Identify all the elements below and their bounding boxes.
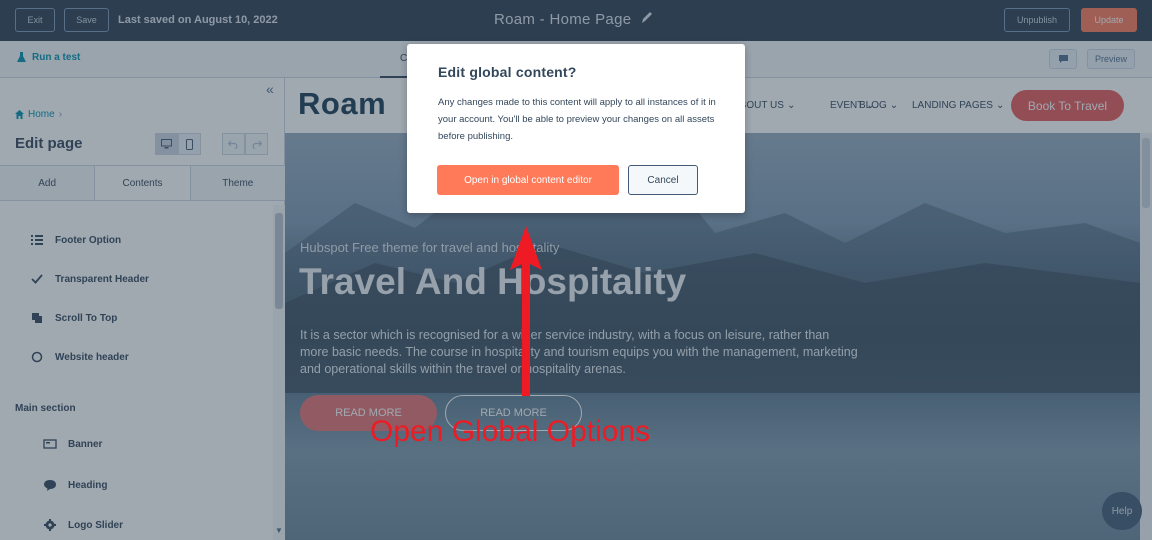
open-global-editor-button[interactable]: Open in global content editor [437,165,619,195]
annotation-label: Open Global Options [370,415,651,448]
dialog-title: Edit global content? [438,64,577,80]
annotation-arrow-icon [510,226,542,396]
dialog-message: Any changes made to this content will ap… [438,97,716,142]
cancel-button[interactable]: Cancel [628,165,698,195]
edit-global-content-dialog: Edit global content? Any changes made to… [407,44,745,213]
